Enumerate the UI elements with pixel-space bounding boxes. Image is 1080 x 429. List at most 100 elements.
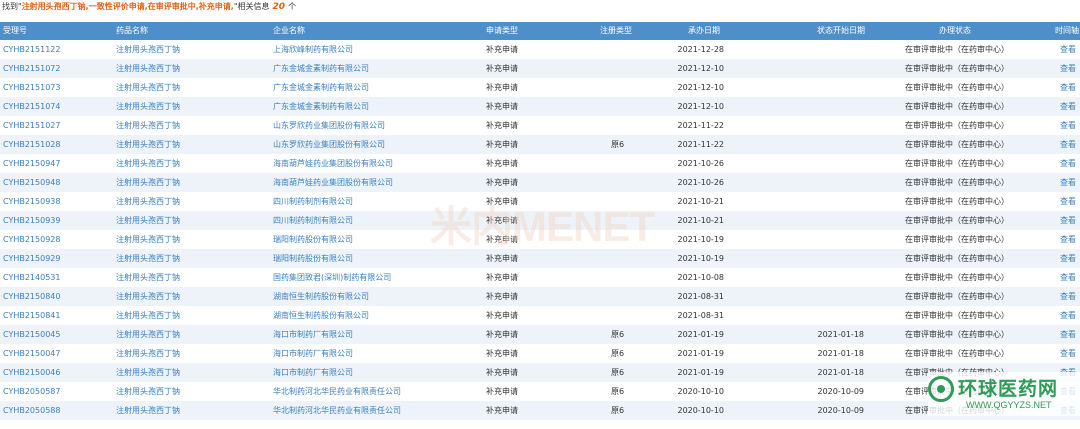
cell-accept-no[interactable]: CYHB2050587: [3, 382, 113, 401]
cell-company[interactable]: 海口市制药厂有限公司: [273, 344, 493, 363]
cell-timeline-link[interactable]: 查看: [1060, 135, 1080, 154]
cell-drug-name[interactable]: 注射用头孢西丁钠: [116, 116, 266, 135]
results-table: 受理号 药品名称 企业名称 申请类型 注册类型 承办日期 状态开始日期 办理状态…: [0, 22, 1080, 420]
cell-timeline-link[interactable]: 查看: [1060, 154, 1080, 173]
cell-drug-name[interactable]: 注射用头孢西丁钠: [116, 268, 266, 287]
cell-drug-name[interactable]: 注射用头孢西丁钠: [116, 401, 266, 420]
cell-company[interactable]: 海口市制药厂有限公司: [273, 325, 493, 344]
header-status[interactable]: 办理状态: [939, 22, 1039, 40]
cell-timeline-link[interactable]: 查看: [1060, 211, 1080, 230]
table-body: CYHB2151122 注射用头孢西丁钠 上海欣峰制药有限公司 补充申请 2021-12…: [0, 40, 1080, 420]
cell-undertake-date: 2021-10-26: [677, 159, 725, 168]
cell-timeline-link[interactable]: 查看: [1060, 306, 1080, 325]
cell-timeline-link[interactable]: 查看: [1060, 97, 1080, 116]
cell-drug-name[interactable]: 注射用头孢西丁钠: [116, 135, 266, 154]
cell-accept-no[interactable]: CYHB2050588: [3, 401, 113, 420]
cell-status-start-date: [800, 306, 864, 325]
cell-undertake-date: 2021-11-22: [677, 121, 725, 130]
cell-company[interactable]: 广东金城金素制药有限公司: [273, 59, 493, 78]
cell-timeline-link[interactable]: 查看: [1060, 325, 1080, 344]
cell-company[interactable]: 国药集团致君(深圳)制药有限公司: [273, 268, 493, 287]
cell-drug-name[interactable]: 注射用头孢西丁钠: [116, 173, 266, 192]
cell-accept-no[interactable]: CYHB2151028: [3, 135, 113, 154]
cell-company[interactable]: 瑞阳制药股份有限公司: [273, 249, 493, 268]
cell-drug-name[interactable]: 注射用头孢西丁钠: [116, 192, 266, 211]
cell-company[interactable]: 湖南恒生制药股份有限公司: [273, 306, 493, 325]
cell-company[interactable]: 山东罗欣药业集团股份有限公司: [273, 116, 493, 135]
cell-company[interactable]: 海南葫芦娃药业集团股份有限公司: [273, 154, 493, 173]
cell-timeline-link[interactable]: 查看: [1060, 78, 1080, 97]
cell-status-start-date: [800, 268, 864, 287]
cell-timeline-link[interactable]: 查看: [1060, 59, 1080, 78]
cell-accept-no[interactable]: CYHB2140531: [3, 268, 113, 287]
cell-drug-name[interactable]: 注射用头孢西丁钠: [116, 154, 266, 173]
header-apply-type[interactable]: 申请类型: [486, 22, 566, 40]
cell-undertake-date: 2021-11-22: [677, 140, 725, 149]
cell-company[interactable]: 海口市制药厂有限公司: [273, 363, 493, 382]
cell-accept-no[interactable]: CYHB2150929: [3, 249, 113, 268]
cell-accept-no[interactable]: CYHB2150948: [3, 173, 113, 192]
cell-company[interactable]: 海南葫芦娃药业集团股份有限公司: [273, 173, 493, 192]
cell-timeline-link[interactable]: 查看: [1060, 230, 1080, 249]
cell-timeline-link[interactable]: 查看: [1060, 268, 1080, 287]
logo-url: WWW.QGYYZS.NET: [966, 400, 1052, 410]
cell-accept-no[interactable]: CYHB2151122: [3, 40, 113, 59]
cell-status-start-date: 2020-10-09: [817, 387, 865, 396]
cell-status: 在审评审批中（在药审中心）: [905, 121, 1005, 130]
cell-company[interactable]: 华北制药河北华民药业有限责任公司: [273, 401, 493, 420]
cell-accept-no[interactable]: CYHB2151074: [3, 97, 113, 116]
cell-drug-name[interactable]: 注射用头孢西丁钠: [116, 382, 266, 401]
cell-accept-no[interactable]: CYHB2151073: [3, 78, 113, 97]
cell-timeline-link[interactable]: 查看: [1060, 116, 1080, 135]
table-row: CYHB2150928 注射用头孢西丁钠 瑞阳制药股份有限公司 补充申请 2021-10…: [0, 230, 1080, 249]
header-accept-no[interactable]: 受理号: [3, 22, 113, 40]
cell-accept-no[interactable]: CYHB2151072: [3, 59, 113, 78]
cell-timeline-link[interactable]: 查看: [1060, 344, 1080, 363]
cell-drug-name[interactable]: 注射用头孢西丁钠: [116, 306, 266, 325]
cell-accept-no[interactable]: CYHB2151027: [3, 116, 113, 135]
cell-accept-no[interactable]: CYHB2150047: [3, 344, 113, 363]
cell-drug-name[interactable]: 注射用头孢西丁钠: [116, 249, 266, 268]
cell-timeline-link[interactable]: 查看: [1060, 192, 1080, 211]
cell-timeline-link[interactable]: 查看: [1060, 173, 1080, 192]
cell-company[interactable]: 四川制药制剂有限公司: [273, 192, 493, 211]
cell-timeline-link[interactable]: 查看: [1060, 40, 1080, 59]
cell-accept-no[interactable]: CYHB2150045: [3, 325, 113, 344]
cell-accept-no[interactable]: CYHB2150841: [3, 306, 113, 325]
cell-company[interactable]: 湖南恒生制药股份有限公司: [273, 287, 493, 306]
table-row: CYHB2050587 注射用头孢西丁钠 华北制药河北华民药业有限责任公司 补充申请原…: [0, 382, 1080, 401]
cell-drug-name[interactable]: 注射用头孢西丁钠: [116, 40, 266, 59]
cell-drug-name[interactable]: 注射用头孢西丁钠: [116, 78, 266, 97]
cell-company[interactable]: 广东金城金素制药有限公司: [273, 78, 493, 97]
cell-company[interactable]: 上海欣峰制药有限公司: [273, 40, 493, 59]
header-status-start-date[interactable]: 状态开始日期: [817, 22, 881, 40]
cell-company[interactable]: 广东金城金素制药有限公司: [273, 97, 493, 116]
header-timeline[interactable]: 时间轴: [1055, 22, 1080, 40]
cell-company[interactable]: 山东罗欣药业集团股份有限公司: [273, 135, 493, 154]
cell-drug-name[interactable]: 注射用头孢西丁钠: [116, 97, 266, 116]
cell-accept-no[interactable]: CYHB2150947: [3, 154, 113, 173]
cell-timeline-link[interactable]: 查看: [1060, 287, 1080, 306]
cell-company[interactable]: 华北制药河北华民药业有限责任公司: [273, 382, 493, 401]
cell-apply-type: 补充申请: [486, 273, 518, 282]
cell-accept-no[interactable]: CYHB2150938: [3, 192, 113, 211]
cell-drug-name[interactable]: 注射用头孢西丁钠: [116, 344, 266, 363]
cell-drug-name[interactable]: 注射用头孢西丁钠: [116, 287, 266, 306]
header-drug-name[interactable]: 药品名称: [116, 22, 266, 40]
cell-drug-name[interactable]: 注射用头孢西丁钠: [116, 325, 266, 344]
header-company[interactable]: 企业名称: [273, 22, 493, 40]
cell-accept-no[interactable]: CYHB2150939: [3, 211, 113, 230]
cell-drug-name[interactable]: 注射用头孢西丁钠: [116, 211, 266, 230]
cell-company[interactable]: 四川制药制剂有限公司: [273, 211, 493, 230]
cell-drug-name[interactable]: 注射用头孢西丁钠: [116, 363, 266, 382]
cell-drug-name[interactable]: 注射用头孢西丁钠: [116, 230, 266, 249]
cell-accept-no[interactable]: CYHB2150046: [3, 363, 113, 382]
cell-accept-no[interactable]: CYHB2150928: [3, 230, 113, 249]
cell-company[interactable]: 瑞阳制药股份有限公司: [273, 230, 493, 249]
header-undertake-date[interactable]: 承办日期: [688, 22, 744, 40]
cell-timeline-link[interactable]: 查看: [1060, 249, 1080, 268]
cell-accept-no[interactable]: CYHB2150840: [3, 287, 113, 306]
cell-status-start-date: [800, 59, 864, 78]
header-reg-type[interactable]: 注册类型: [600, 22, 680, 40]
cell-drug-name[interactable]: 注射用头孢西丁钠: [116, 59, 266, 78]
